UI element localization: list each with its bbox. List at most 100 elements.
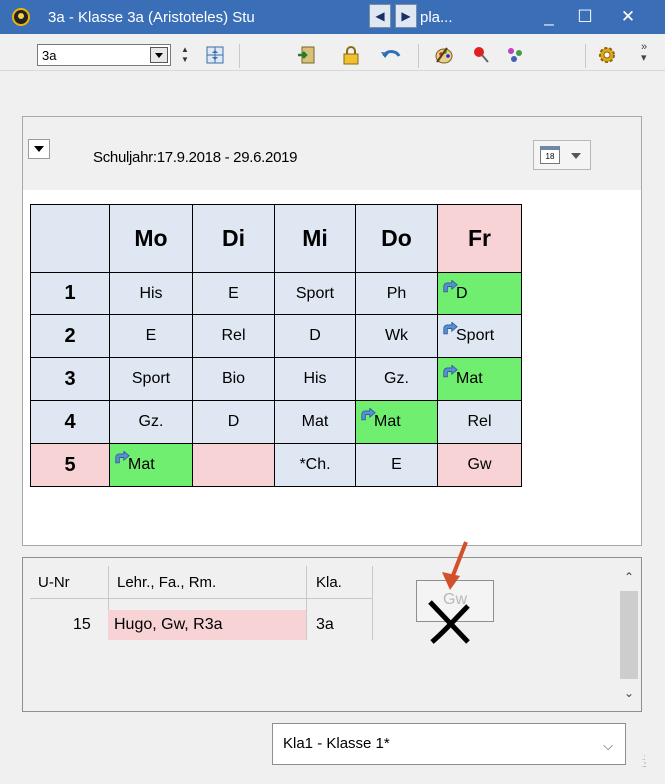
window-title: 3a - Klasse 3a (Aristoteles) Stu — [48, 9, 255, 26]
timetable-window: 3a - Klasse 3a (Aristoteles) Stu ◀ ▶ pla… — [0, 0, 665, 784]
day-header-do[interactable]: Do — [355, 204, 438, 273]
moved-lesson-arrow-icon — [443, 280, 458, 293]
lock-icon[interactable] — [340, 44, 362, 66]
lesson-cell-label: Rel — [221, 327, 246, 344]
period-header-5[interactable]: 5 — [30, 443, 110, 487]
lesson-cell[interactable]: D — [274, 314, 356, 358]
grid-corner[interactable] — [30, 204, 110, 273]
settings-icon[interactable] — [596, 44, 618, 66]
view-select[interactable]: Kla1 - Klasse 1* ⌵ — [272, 723, 626, 765]
lesson-cell[interactable]: D — [437, 272, 522, 315]
column-header-teacher[interactable]: Lehr., Fa., Rm. — [117, 568, 216, 598]
next-arrow-icon[interactable]: ▶ — [395, 4, 417, 28]
column-header-class[interactable]: Kla. — [316, 568, 342, 598]
lesson-cell-label: His — [139, 284, 163, 302]
lesson-cell[interactable]: Gz. — [355, 357, 438, 401]
scroll-down-icon[interactable]: ⌄ — [617, 683, 641, 703]
view-select-value: Kla1 - Klasse 1* — [283, 735, 390, 752]
lesson-cell-label: Mat — [128, 456, 155, 473]
column-divider — [372, 566, 373, 640]
calendar-button[interactable]: 18 — [533, 140, 591, 170]
resize-grip-icon[interactable]: .:.:: — [642, 754, 647, 769]
lesson-cell[interactable]: Ph — [355, 272, 438, 315]
lesson-cell[interactable]: Mat — [109, 443, 193, 487]
period-header-4-label: 4 — [64, 410, 76, 433]
day-header-fr[interactable]: Fr — [437, 204, 522, 273]
lesson-cell[interactable]: Wk — [355, 314, 438, 358]
lesson-cell-label: Ph — [386, 284, 407, 302]
title-bar[interactable]: 3a - Klasse 3a (Aristoteles) Stu ◀ ▶ pla… — [0, 0, 665, 34]
moved-lesson-arrow-icon — [443, 365, 458, 378]
lesson-cell[interactable]: Mat — [355, 400, 438, 444]
lesson-cell-label: *Ch. — [299, 456, 331, 473]
view-options-dropdown[interactable] — [28, 139, 50, 159]
lesson-cell[interactable]: E — [192, 272, 275, 315]
grid-view-icon[interactable] — [204, 44, 226, 66]
lesson-class[interactable]: 3a — [316, 610, 334, 640]
period-header-1[interactable]: 1 — [30, 272, 110, 315]
lesson-cell[interactable]: Mat — [274, 400, 356, 444]
lesson-cell[interactable]: E — [355, 443, 438, 487]
lesson-cell[interactable]: *Ch. — [274, 443, 356, 487]
close-button[interactable]: ✕ — [613, 6, 643, 28]
dragged-lesson-box[interactable]: Gw — [416, 580, 494, 622]
lesson-cell[interactable]: D — [192, 400, 275, 444]
lesson-cell-label: Gz. — [138, 413, 164, 430]
users-icon[interactable] — [504, 44, 526, 66]
lesson-cell[interactable]: Bio — [192, 357, 275, 401]
lesson-cell[interactable]: Gw — [437, 443, 522, 487]
lesson-cell-label: Mat — [456, 370, 483, 387]
lesson-cell[interactable]: His — [109, 272, 193, 315]
app-clock-icon — [12, 8, 30, 26]
period-header-4[interactable]: 4 — [30, 400, 110, 444]
day-header-fr-label: Fr — [468, 225, 491, 251]
lesson-cell[interactable]: Sport — [437, 314, 522, 358]
lesson-cell[interactable] — [192, 443, 275, 487]
lesson-cell-label: Sport — [131, 370, 171, 387]
palette-icon[interactable] — [433, 44, 455, 66]
toolbar-overflow-icon[interactable]: » ▾ — [641, 42, 647, 64]
lesson-cell-label: Mat — [374, 413, 401, 430]
period-header-2[interactable]: 2 — [30, 314, 110, 358]
previous-arrow-icon[interactable]: ◀ — [369, 4, 391, 28]
import-icon[interactable] — [295, 44, 317, 66]
lesson-cell[interactable]: Rel — [437, 400, 522, 444]
lesson-cell[interactable]: Mat — [437, 357, 522, 401]
chevron-down-icon[interactable] — [150, 47, 168, 63]
moved-lesson-arrow-icon — [443, 322, 458, 335]
chevron-down-icon[interactable]: ⌵ — [603, 738, 613, 754]
lesson-cell[interactable]: Gz. — [109, 400, 193, 444]
lesson-cell[interactable]: Sport — [274, 272, 356, 315]
header-divider — [30, 598, 372, 599]
lesson-cell[interactable]: Rel — [192, 314, 275, 358]
column-divider — [306, 566, 307, 640]
maximize-button[interactable]: ☐ — [570, 6, 600, 28]
spinner-arrows-icon[interactable]: ▲ ▼ — [179, 45, 191, 65]
toolbar-separator — [585, 44, 586, 68]
period-header-3[interactable]: 3 — [30, 357, 110, 401]
lesson-cell-label: Bio — [221, 370, 246, 387]
lesson-cell-label: Rel — [467, 413, 492, 430]
scroll-up-icon[interactable]: ⌃ — [617, 567, 641, 587]
period-header-2-label: 2 — [64, 324, 76, 347]
moved-lesson-arrow-icon — [115, 451, 130, 464]
pin-icon[interactable] — [470, 44, 492, 66]
lesson-cell-label: Gz. — [384, 370, 409, 387]
lesson-cell-label: E — [228, 284, 239, 302]
day-header-di[interactable]: Di — [192, 204, 275, 273]
lesson-info[interactable]: Hugo, Gw, R3a — [114, 610, 223, 640]
lesson-number[interactable]: 15 — [73, 610, 91, 640]
lesson-cell[interactable]: His — [274, 357, 356, 401]
day-header-mo[interactable]: Mo — [109, 204, 193, 273]
minimize-button[interactable]: _ — [534, 6, 564, 28]
class-select[interactable]: 3a — [37, 44, 171, 66]
day-header-mi[interactable]: Mi — [274, 204, 356, 273]
lesson-cell[interactable]: E — [109, 314, 193, 358]
scroll-thumb[interactable] — [620, 591, 638, 679]
vertical-scrollbar[interactable]: ⌃ ⌄ — [617, 563, 641, 709]
column-header-unr[interactable]: U-Nr — [38, 568, 70, 598]
undo-icon[interactable] — [380, 44, 402, 66]
lesson-cell[interactable]: Sport — [109, 357, 193, 401]
lesson-cell-label: His — [303, 370, 327, 387]
day-header-di-label: Di — [222, 225, 245, 251]
